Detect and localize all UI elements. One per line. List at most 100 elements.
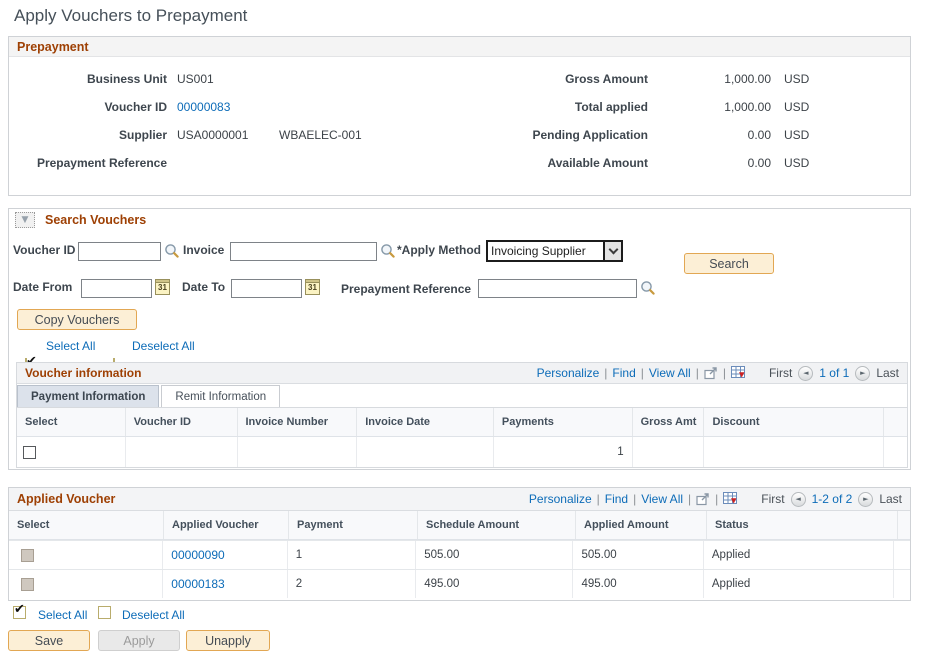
available-amount-currency: USD: [784, 156, 809, 170]
av-last-label[interactable]: Last: [879, 492, 902, 506]
page: Apply Vouchers to Prepayment Prepayment …: [0, 0, 933, 665]
tab-payment-information[interactable]: Payment Information: [17, 385, 159, 407]
footer-select-all-checkbox[interactable]: [13, 606, 26, 619]
vi-row-payments: 1: [494, 437, 633, 467]
copy-vouchers-button[interactable]: Copy Vouchers: [17, 309, 137, 330]
search-button[interactable]: Search: [684, 253, 774, 274]
av-next-page-icon[interactable]: ►: [858, 492, 873, 507]
vi-first-label[interactable]: First: [769, 366, 792, 380]
voucher-information-tabs: Payment Information Remit Information: [17, 384, 907, 407]
av-download-grid-icon[interactable]: [723, 492, 739, 506]
search-voucher-id-input[interactable]: [78, 242, 161, 261]
field-pending-application: Pending Application 0.00 USD: [488, 121, 809, 149]
field-total-applied: Total applied 1,000.00 USD: [488, 93, 809, 121]
vi-personalize-link[interactable]: Personalize: [537, 366, 600, 380]
applied-voucher-toolbar: Applied Voucher Personalize| Find| View …: [9, 488, 910, 511]
voucher-information-toolbar: Voucher information Personalize| Find| V…: [17, 363, 907, 384]
av-col-applied-voucher: Applied Voucher: [164, 511, 289, 539]
vi-view-all-link[interactable]: View All: [649, 366, 691, 380]
supplier-label: Supplier: [17, 128, 167, 142]
av-first-label[interactable]: First: [761, 492, 784, 506]
invoice-lookup-icon[interactable]: [380, 243, 396, 259]
field-supplier: Supplier USA0000001WBAELEC-001: [17, 121, 362, 149]
date-to-calendar-icon[interactable]: 31: [305, 279, 320, 295]
date-from-calendar-icon[interactable]: 31: [155, 279, 170, 295]
business-unit-label: Business Unit: [17, 72, 167, 86]
av-row1-filler: [894, 541, 910, 569]
vi-page-indicator: 1 of 1: [819, 366, 849, 380]
gross-amount-currency: USD: [784, 72, 809, 86]
vi-row-discount: [704, 437, 884, 467]
av-col-applied-amount: Applied Amount: [576, 511, 707, 539]
voucher-id-link[interactable]: 00000083: [177, 100, 230, 114]
search-prepayment-reference-input[interactable]: [478, 279, 637, 298]
apply-method-select[interactable]: Invoicing Supplier: [486, 240, 623, 262]
footer-deselect-all-checkbox[interactable]: [98, 606, 111, 619]
footer-deselect-all-label[interactable]: Deselect All: [122, 608, 185, 622]
vi-row-filler: [884, 437, 907, 467]
search-invoice-input[interactable]: [230, 242, 377, 261]
date-to-label: Date To: [182, 280, 225, 294]
voucher-information-title: Voucher information: [25, 366, 141, 380]
av-col-select: Select: [9, 511, 164, 539]
vi-previous-page-icon[interactable]: ◄: [798, 366, 813, 381]
total-applied-value: 1,000.00: [658, 100, 771, 114]
vi-row-invoice-number: [238, 437, 358, 467]
search-deselect-all-label[interactable]: Deselect All: [132, 339, 195, 353]
collapse-section-icon[interactable]: ▼: [15, 212, 35, 228]
available-amount-value: 0.00: [658, 156, 771, 170]
apply-method-label: *Apply Method: [397, 243, 481, 257]
apply-method-value: Invoicing Supplier: [488, 242, 603, 260]
footer-select-all-label[interactable]: Select All: [38, 608, 87, 622]
total-applied-currency: USD: [784, 100, 809, 114]
prepayment-header: Prepayment: [9, 37, 910, 57]
search-vouchers-title: Search Vouchers: [45, 213, 146, 227]
vi-col-select: Select: [17, 408, 126, 436]
supplier-id-value: USA0000001: [177, 128, 279, 142]
date-from-input[interactable]: [81, 279, 152, 298]
av-view-all-link[interactable]: View All: [641, 492, 683, 506]
vi-next-page-icon[interactable]: ►: [855, 366, 870, 381]
vi-col-payments: Payments: [494, 408, 633, 436]
av-row2-voucher-link[interactable]: 00000183: [171, 577, 224, 591]
av-col-payment: Payment: [289, 511, 418, 539]
prepayment-groupbox: Prepayment Business Unit US001 Voucher I…: [8, 36, 911, 196]
field-voucher-id: Voucher ID 00000083: [17, 93, 362, 121]
av-row1-applied-amount: 505.00: [573, 541, 703, 569]
voucher-id-lookup-icon[interactable]: [164, 243, 180, 259]
av-previous-page-icon[interactable]: ◄: [791, 492, 806, 507]
search-select-all-label[interactable]: Select All: [46, 339, 95, 353]
voucher-information-column-headers: Select Voucher ID Invoice Number Invoice…: [17, 407, 907, 437]
av-row1-voucher-link[interactable]: 00000090: [171, 548, 224, 562]
av-row1-status: Applied: [704, 541, 894, 569]
vi-last-label[interactable]: Last: [876, 366, 899, 380]
vi-download-grid-icon[interactable]: [731, 366, 747, 380]
prepayment-reference-lookup-icon[interactable]: [640, 280, 656, 296]
vi-row-select-checkbox[interactable]: [23, 446, 36, 459]
supplier-name-value: WBAELEC-001: [279, 128, 362, 142]
save-button[interactable]: Save: [8, 630, 90, 651]
vi-find-link[interactable]: Find: [612, 366, 635, 380]
av-row1-payment: 1: [288, 541, 416, 569]
vi-popup-window-icon[interactable]: [704, 367, 718, 380]
unapply-button[interactable]: Unapply: [186, 630, 270, 651]
voucher-information-row: 1: [17, 437, 907, 467]
date-from-label: Date From: [13, 280, 72, 294]
page-title: Apply Vouchers to Prepayment: [14, 6, 247, 26]
av-col-schedule-amount: Schedule Amount: [418, 511, 576, 539]
av-popup-window-icon[interactable]: [696, 493, 710, 506]
av-row1-select-checkbox: [21, 549, 34, 562]
pending-application-currency: USD: [784, 128, 809, 142]
date-to-input[interactable]: [231, 279, 302, 298]
av-col-status: Status: [707, 511, 898, 539]
voucher-information-grid: Voucher information Personalize| Find| V…: [16, 362, 908, 468]
tab-remit-information[interactable]: Remit Information: [161, 385, 280, 407]
gross-amount-label: Gross Amount: [488, 72, 648, 86]
field-available-amount: Available Amount 0.00 USD: [488, 149, 809, 177]
applied-voucher-row: 00000183 2 495.00 495.00 Applied: [9, 569, 910, 598]
av-find-link[interactable]: Find: [605, 492, 628, 506]
av-personalize-link[interactable]: Personalize: [529, 492, 592, 506]
vi-row-gross-amt: [633, 437, 705, 467]
available-amount-label: Available Amount: [488, 156, 648, 170]
applied-voucher-title: Applied Voucher: [17, 492, 115, 506]
